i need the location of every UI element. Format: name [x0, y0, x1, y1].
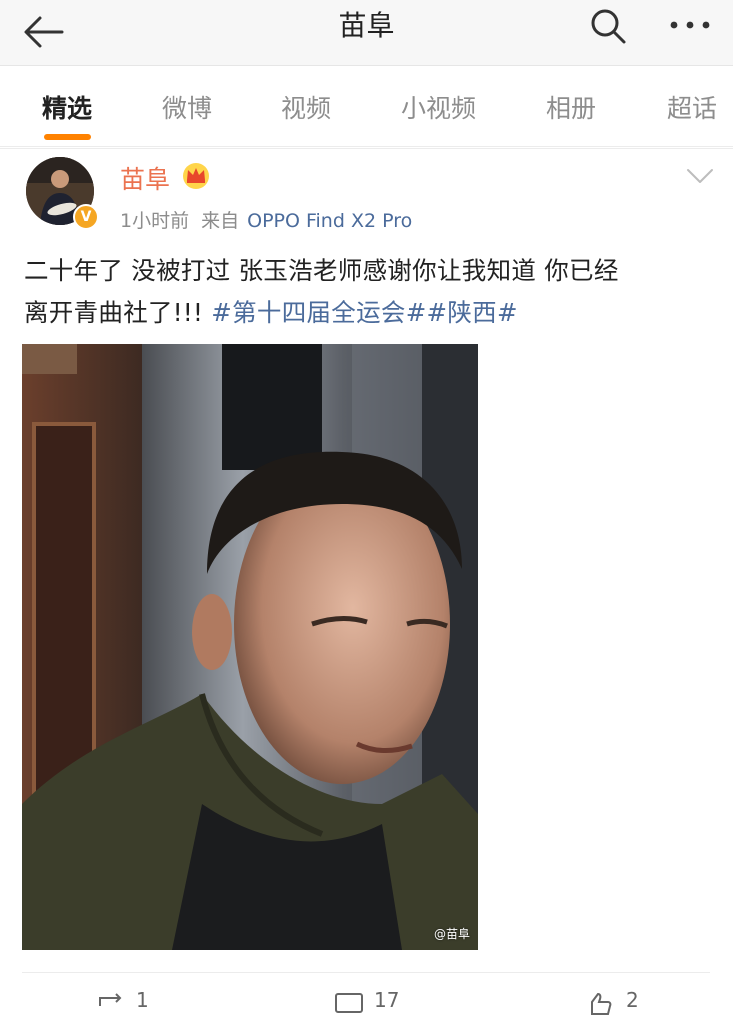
more-dots-icon — [670, 21, 710, 29]
tab-videos[interactable]: 视频 — [281, 89, 331, 125]
like-button[interactable]: 2 — [586, 986, 666, 1016]
comment-icon — [335, 993, 363, 1013]
tab-super-topic[interactable]: 超话 — [667, 89, 717, 125]
hashtag-national-games[interactable]: #第十四届全运会# — [211, 298, 426, 327]
post-time: 1小时前 — [120, 210, 190, 232]
post-text-line-2: 离开青曲社了!!! #第十四届全运会##陕西# — [24, 292, 714, 334]
search-icon — [591, 9, 626, 44]
repost-button[interactable]: 1 — [96, 986, 176, 1016]
tab-featured[interactable]: 精选 — [42, 89, 92, 125]
post-image[interactable]: @苗阜 — [22, 344, 478, 950]
crown-icon — [183, 163, 209, 189]
search-button[interactable] — [588, 6, 628, 46]
verified-badge: V — [73, 204, 99, 230]
post-text-line-1: 二十年了 没被打过 张玉浩老师感谢你让我知道 你已经 — [24, 256, 619, 285]
divider — [0, 148, 733, 149]
like-count: 2 — [626, 988, 639, 1012]
repost-icon — [99, 993, 122, 1006]
post-text-plain: 离开青曲社了!!! — [24, 298, 212, 327]
tab-weibo[interactable]: 微博 — [162, 89, 212, 125]
selfie-photo — [22, 344, 478, 950]
author-name[interactable]: 苗阜 — [120, 160, 170, 196]
repost-count: 1 — [136, 988, 149, 1012]
image-watermark: @苗阜 — [433, 927, 470, 941]
active-tab-indicator — [44, 134, 91, 140]
tab-short-videos[interactable]: 小视频 — [401, 89, 476, 125]
comment-button[interactable]: 17 — [334, 986, 414, 1016]
action-divider — [22, 972, 710, 973]
chevron-down-icon — [687, 169, 713, 183]
tab-albums[interactable]: 相册 — [546, 89, 596, 125]
thumb-up-icon — [591, 992, 612, 1015]
post-options-button[interactable] — [684, 164, 716, 188]
profile-tabs: 精选 微博 视频 小视频 相册 超话 — [0, 67, 733, 147]
device-link[interactable]: OPPO Find X2 Pro — [247, 210, 412, 232]
top-bar: 苗阜 — [0, 0, 733, 66]
post-meta: 1小时前 来自 OPPO Find X2 Pro — [120, 206, 412, 233]
post-text: 二十年了 没被打过 张玉浩老师感谢你让我知道 你已经 离开青曲社了!!! #第十… — [24, 250, 714, 334]
comment-count: 17 — [374, 988, 400, 1012]
more-button[interactable] — [668, 10, 712, 40]
hashtag-shaanxi[interactable]: #陕西# — [427, 298, 518, 327]
source-prefix: 来自 — [201, 210, 240, 232]
